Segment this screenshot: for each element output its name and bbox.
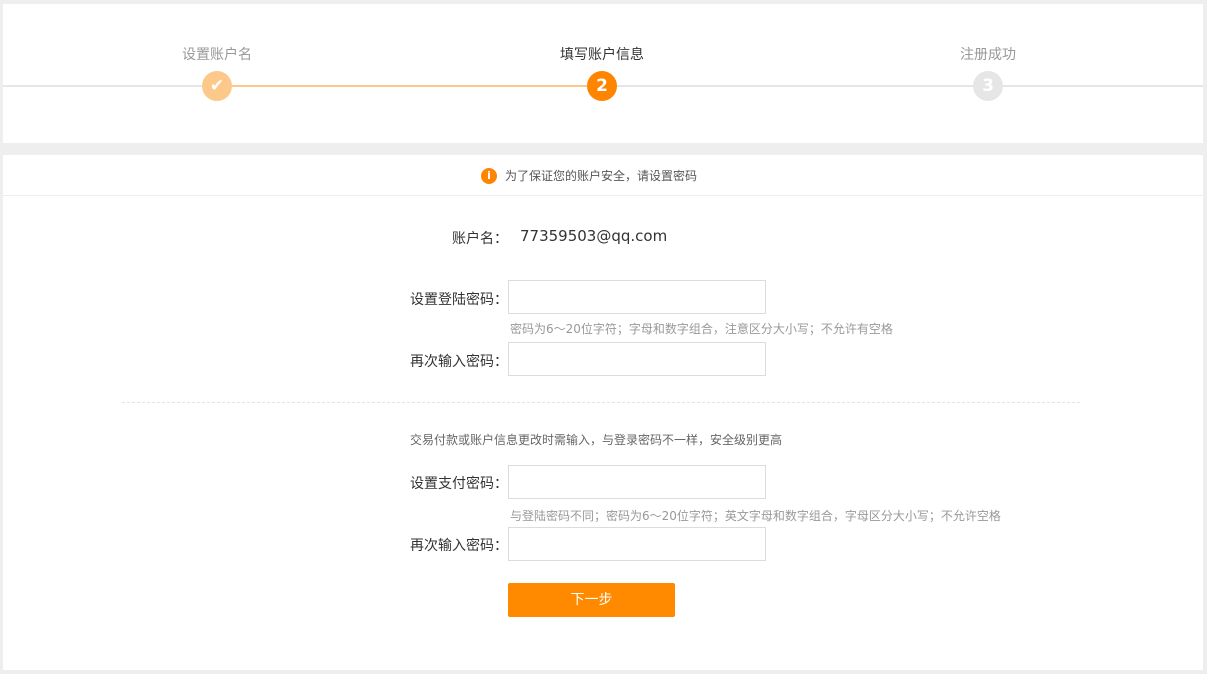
account-name-value: 77359503@qq.com xyxy=(520,227,668,245)
security-notice: i 为了保证您的账户安全，请设置密码 xyxy=(3,155,1203,196)
password-form: i 为了保证您的账户安全，请设置密码 账户名： 77359503@qq.com … xyxy=(3,155,1203,670)
section-divider xyxy=(122,402,1080,403)
pay-password-hint: 与登陆密码不同；密码为6～20位字符；英文字母和数字组合，字母区分大小写；不允许… xyxy=(510,509,1001,523)
login-password-label: 设置登陆密码： xyxy=(410,292,508,308)
step-label: 注册成功 xyxy=(960,47,1016,63)
step-label: 填写账户信息 xyxy=(560,47,644,63)
step-number: 2 xyxy=(587,71,617,101)
notice-content: i 为了保证您的账户安全，请设置密码 xyxy=(481,167,697,184)
pay-password-input[interactable] xyxy=(508,465,766,499)
pay-password-confirm-input[interactable] xyxy=(508,527,766,561)
account-name-label: 账户名： xyxy=(452,231,508,247)
pay-password-label: 设置支付密码： xyxy=(410,476,508,492)
login-password-confirm-input[interactable] xyxy=(508,342,766,376)
pay-password-confirm-label: 再次输入密码： xyxy=(410,538,508,554)
pay-password-description: 交易付款或账户信息更改时需输入，与登录密码不一样，安全级别更高 xyxy=(410,433,783,447)
login-password-input[interactable] xyxy=(508,280,766,314)
next-step-button[interactable]: 下一步 xyxy=(508,583,675,617)
checkmark-icon: ✔ xyxy=(202,71,232,101)
step-label: 设置账户名 xyxy=(182,47,252,63)
login-password-hint: 密码为6～20位字符；字母和数字组合，注意区分大小写；不允许有空格 xyxy=(510,322,893,336)
progress-track-completed xyxy=(217,85,603,87)
login-password-confirm-label: 再次输入密码： xyxy=(410,354,508,370)
step-progress: 设置账户名 ✔ 填写账户信息 2 注册成功 3 xyxy=(3,4,1203,143)
info-icon: i xyxy=(481,167,497,184)
notice-text: 为了保证您的账户安全，请设置密码 xyxy=(505,169,698,183)
step-number: 3 xyxy=(973,71,1003,101)
